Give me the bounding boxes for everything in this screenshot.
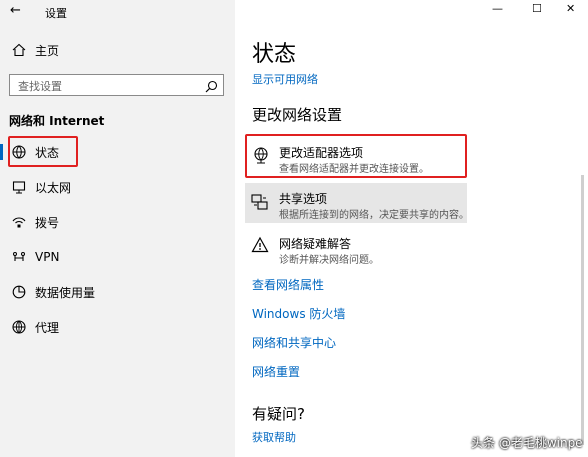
ethernet-icon (11, 179, 27, 195)
sidebar-item-label: 数据使用量 (35, 285, 96, 300)
option-desc: 诊断并解决网络问题。 (279, 255, 379, 266)
window-title: 设置 (45, 7, 67, 20)
search-icon[interactable] (205, 78, 218, 97)
question-heading: 有疑问? (252, 405, 305, 423)
section-title: 网络和 Internet (9, 114, 105, 128)
vpn-icon (11, 249, 27, 265)
network-reset-link[interactable]: 网络重置 (252, 363, 300, 380)
data-usage-icon (11, 284, 27, 300)
sidebar-item-home[interactable]: 主页 (0, 36, 235, 64)
page-title: 状态 (252, 42, 297, 67)
close-button[interactable]: ✕ (566, 2, 575, 15)
windows-firewall-link[interactable]: Windows 防火墙 (252, 305, 345, 322)
maximize-button[interactable]: ☐ (532, 2, 542, 15)
sidebar-item-label: 以太网 (35, 180, 72, 195)
view-network-properties-link[interactable]: 查看网络属性 (252, 276, 324, 293)
sidebar-item-vpn[interactable]: VPN (0, 243, 235, 271)
option-title: 网络疑难解答 (279, 237, 352, 251)
sidebar: ← 设置 主页 网络和 Internet 状态 以太网 拨号 (0, 0, 235, 457)
sharing-icon (251, 193, 269, 215)
sidebar-item-label: 代理 (35, 320, 60, 335)
proxy-globe-icon (11, 319, 27, 335)
highlight-box-status (8, 136, 78, 167)
warning-icon (251, 236, 269, 258)
home-icon (11, 42, 27, 58)
network-sharing-center-link[interactable]: 网络和共享中心 (252, 334, 336, 351)
sidebar-item-label: 主页 (35, 43, 60, 58)
option-desc: 根据所连接到的网络，决定要共享的内容。 (279, 210, 469, 221)
sidebar-item-dialup[interactable]: 拨号 (0, 208, 235, 236)
search-input[interactable] (16, 77, 200, 95)
sidebar-item-data-usage[interactable]: 数据使用量 (0, 278, 235, 306)
back-arrow-icon[interactable]: ← (10, 3, 21, 18)
sidebar-item-proxy[interactable]: 代理 (0, 313, 235, 341)
search-box[interactable] (9, 74, 224, 96)
sidebar-item-label: 拨号 (35, 215, 60, 230)
sidebar-item-ethernet[interactable]: 以太网 (0, 173, 235, 201)
watermark: 头条 @老毛桃winpe (471, 436, 583, 450)
scrollbar[interactable] (581, 175, 584, 445)
option-title: 共享选项 (279, 192, 328, 206)
selection-indicator (0, 144, 3, 160)
minimize-button[interactable]: — (492, 2, 503, 15)
dialup-icon (11, 214, 27, 230)
sidebar-item-label: VPN (35, 250, 60, 264)
highlight-box-adapter (245, 134, 467, 178)
get-help-link[interactable]: 获取帮助 (252, 429, 296, 445)
show-networks-link[interactable]: 显示可用网络 (252, 71, 318, 87)
change-settings-heading: 更改网络设置 (252, 106, 343, 124)
